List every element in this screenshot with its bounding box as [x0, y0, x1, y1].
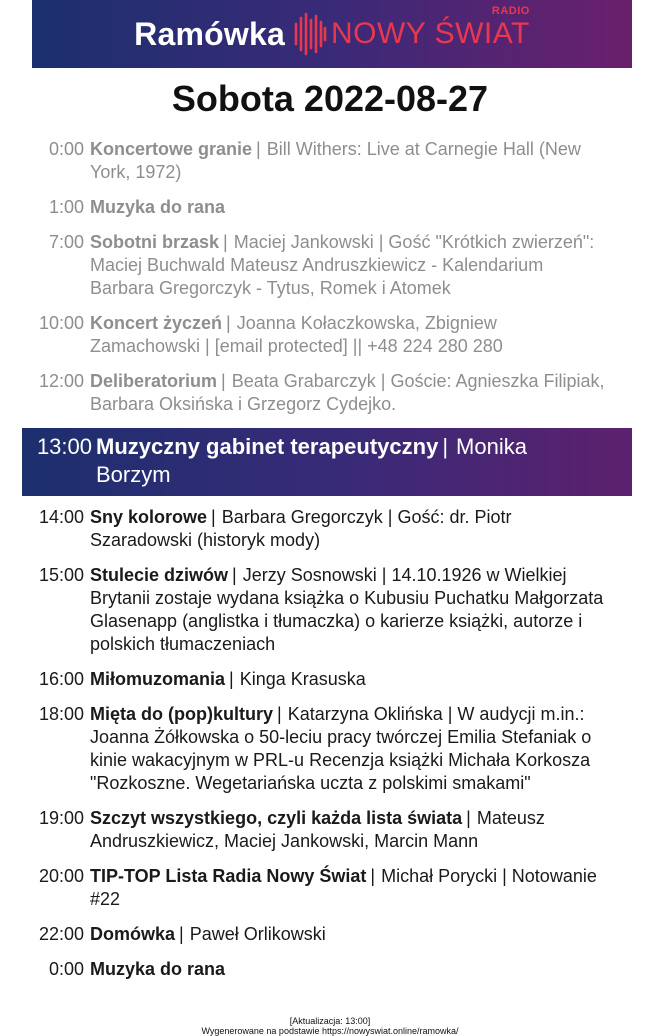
- program-name: Sobotni brzask: [90, 232, 220, 252]
- schedule-body: Mięta do (pop)kultury | Katarzyna Oklińska…: [90, 703, 608, 795]
- schedule-time: 19:00: [38, 808, 84, 828]
- schedule-row[interactable]: 16:00 Miłomuzomania | Kinga Krasuska: [0, 668, 660, 691]
- schedule-body: Muzyczny gabinet terapeutyczny | Monika Bo…: [96, 433, 536, 496]
- header-title: Ramówka: [134, 15, 285, 52]
- schedule-row[interactable]: 12:00 Deliberatorium | Beata Grabarczyk | G…: [0, 370, 660, 416]
- program-name: Szczyt wszystkiego, czyli każda lista św…: [90, 808, 463, 828]
- schedule-row[interactable]: 0:00 Muzyka do rana: [0, 958, 660, 981]
- soundwave-icon: [294, 12, 327, 56]
- schedule-time: 15:00: [38, 565, 84, 585]
- schedule-time: 1:00: [48, 197, 84, 217]
- past-schedule: 0:00 Koncertowe granie | Bill Withers: Live…: [0, 138, 660, 416]
- schedule-body: Koncert życzeń | Joanna Kołaczkowska, Zbig…: [90, 312, 608, 358]
- schedule-row[interactable]: 10:00 Koncert życzeń | Joanna Kołaczkowska,…: [0, 312, 660, 358]
- program-name: Muzyczny gabinet terapeutyczny: [96, 434, 439, 459]
- program-name: Domówka: [90, 924, 176, 944]
- schedule-body: Koncertowe granie | Bill Withers: Live at …: [90, 138, 608, 184]
- date-heading: Sobota 2022-08-27: [171, 78, 489, 119]
- program-name: Koncertowe granie: [90, 139, 253, 159]
- radio-logo: NOWY ŚWIAT RADIO: [293, 5, 530, 56]
- header-banner: Ramówka NOWY ŚWIAT RADIO: [32, 0, 632, 68]
- update-note: [Aktualizacja: 13:00]: [289, 1016, 371, 1026]
- program-name: TIP-TOP Lista Radia Nowy Świat: [90, 866, 367, 886]
- program-name: Stulecie dziwów: [90, 565, 229, 585]
- schedule-time: 14:00: [38, 507, 84, 527]
- schedule-row[interactable]: 18:00 Mięta do (pop)kultury | Katarzyna Okl…: [0, 703, 660, 795]
- program-name: Mięta do (pop)kultury: [90, 704, 273, 724]
- schedule-row[interactable]: 7:00 Sobotni brzask | Maciej Jankowski | Go…: [0, 231, 660, 300]
- footer: [Aktualizacja: 13:00] Wygenerowane na po…: [0, 1016, 660, 1036]
- source-note: Wygenerowane na podstawie https://nowysw…: [201, 1026, 459, 1036]
- program-name: Muzyka do rana: [90, 959, 226, 979]
- schedule-time: 7:00: [48, 232, 84, 252]
- schedule-time: 20:00: [38, 866, 84, 886]
- upcoming-schedule: 14:00 Sny kolorowe | Barbara Gregorczyk | G…: [0, 506, 660, 981]
- program-info: Paweł Orlikowski: [189, 924, 326, 944]
- schedule-time: 13:00: [36, 434, 92, 459]
- schedule-list: 0:00 Koncertowe granie | Bill Withers: Live…: [0, 138, 660, 981]
- separator: |: [442, 434, 449, 459]
- program-name: Deliberatorium: [90, 371, 218, 391]
- schedule-body: Muzyka do rana: [90, 196, 608, 219]
- schedule-row[interactable]: 22:00 Domówka | Paweł Orlikowski: [0, 923, 660, 946]
- schedule-body: Muzyka do rana: [90, 958, 608, 981]
- schedule-row[interactable]: 14:00 Sny kolorowe | Barbara Gregorczyk | G…: [0, 506, 660, 552]
- program-info: Kinga Krasuska: [239, 669, 366, 689]
- schedule-row[interactable]: 20:00 TIP-TOP Lista Radia Nowy Świat | Mich…: [0, 865, 660, 911]
- radio-brand: NOWY ŚWIAT RADIO: [330, 5, 530, 51]
- separator: |: [226, 313, 231, 333]
- schedule-row[interactable]: 15:00 Stulecie dziwów | Jerzy Sosnowski | 1…: [0, 564, 660, 656]
- program-name: Koncert życzeń: [90, 313, 223, 333]
- separator: |: [221, 371, 226, 391]
- schedule-body: Domówka | Paweł Orlikowski: [90, 923, 608, 946]
- separator: |: [466, 808, 471, 828]
- schedule-row[interactable]: 1:00 Muzyka do rana: [0, 196, 660, 219]
- program-name: Muzyka do rana: [90, 197, 226, 217]
- program-name: Sny kolorowe: [90, 507, 208, 527]
- schedule-body: Deliberatorium | Beata Grabarczyk | Goście…: [90, 370, 608, 416]
- separator: |: [256, 139, 261, 159]
- current-schedule-item[interactable]: 13:00 Muzyczny gabinet terapeutyczny | Mon…: [22, 428, 632, 496]
- separator: |: [370, 866, 376, 886]
- schedule-time: 18:00: [38, 704, 84, 724]
- schedule-time: 0:00: [48, 139, 84, 159]
- schedule-body: Sny kolorowe | Barbara Gregorczyk | Gość: …: [90, 506, 608, 552]
- schedule-body: Sobotni brzask | Maciej Jankowski | Gość "…: [90, 231, 608, 300]
- separator: |: [277, 704, 282, 724]
- schedule-time: 0:00: [48, 959, 84, 979]
- radio-label: RADIO: [491, 5, 530, 17]
- schedule-body: Szczyt wszystkiego, czyli każda lista św…: [90, 807, 608, 853]
- schedule-body: Miłomuzomania | Kinga Krasuska: [90, 668, 608, 691]
- schedule-time: 22:00: [38, 924, 84, 944]
- schedule-row[interactable]: 19:00 Szczyt wszystkiego, czyli każda lis…: [0, 807, 660, 853]
- separator: |: [179, 924, 184, 944]
- separator: |: [229, 669, 234, 689]
- schedule-time: 12:00: [38, 371, 84, 391]
- separator: |: [223, 232, 228, 252]
- separator: |: [211, 507, 216, 527]
- schedule-row[interactable]: 0:00 Koncertowe granie | Bill Withers: Live…: [0, 138, 660, 184]
- schedule-time: 10:00: [38, 313, 84, 333]
- schedule-time: 16:00: [38, 669, 84, 689]
- program-name: Miłomuzomania: [90, 669, 226, 689]
- radio-brand-text: NOWY ŚWIAT: [330, 17, 530, 50]
- separator: |: [232, 565, 237, 585]
- schedule-body: TIP-TOP Lista Radia Nowy Świat | Michał Po…: [90, 865, 608, 911]
- schedule-body: Stulecie dziwów | Jerzy Sosnowski | 14.10.…: [90, 564, 608, 656]
